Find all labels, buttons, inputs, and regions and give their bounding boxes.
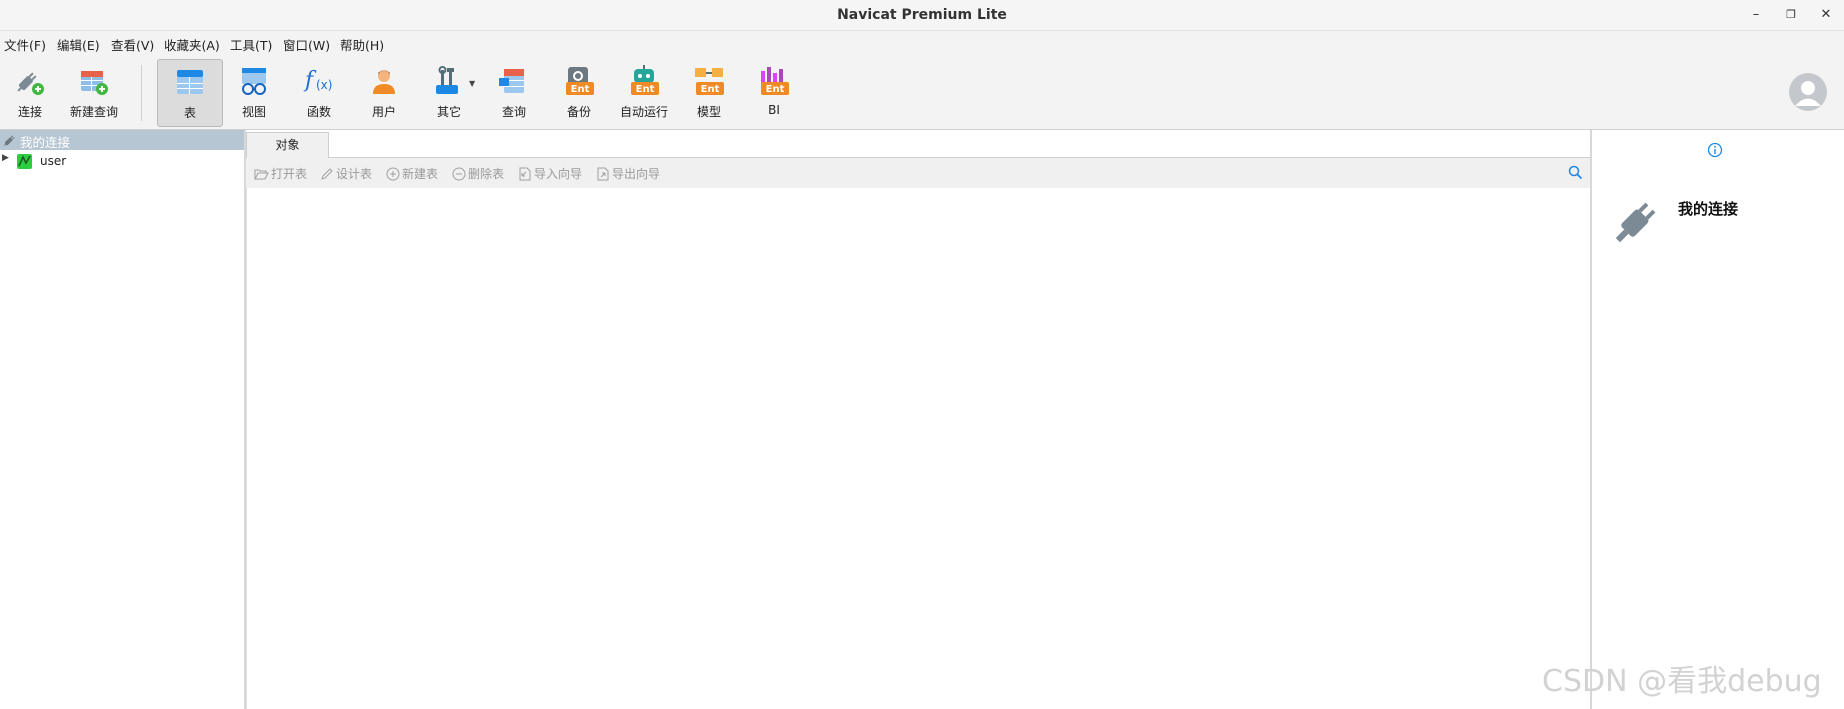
menu-window[interactable]: 窗口(W) xyxy=(283,35,330,54)
info-icon[interactable] xyxy=(1707,142,1723,158)
menu-view[interactable]: 查看(V) xyxy=(111,35,154,54)
tab-objects[interactable]: 对象 xyxy=(246,132,329,158)
tree-item-label: user xyxy=(40,154,67,168)
avatar[interactable] xyxy=(1789,73,1827,111)
plus-circle-icon xyxy=(386,167,400,181)
plug-icon xyxy=(3,135,15,147)
export-wizard-label: 导出向导 xyxy=(612,167,661,181)
connection-button[interactable]: 连接 xyxy=(0,59,62,125)
minimize-icon[interactable]: – xyxy=(1746,6,1766,24)
svg-text:f: f xyxy=(303,68,317,93)
automation-label: 自动运行 xyxy=(619,105,668,119)
function-fx-icon: f (x) xyxy=(303,68,332,93)
ent-badge: Ent xyxy=(766,84,785,95)
user-button[interactable]: 用户 xyxy=(352,59,416,125)
import-icon xyxy=(519,167,531,181)
design-table-label: 设计表 xyxy=(336,167,373,181)
query-button[interactable]: 查询 xyxy=(482,59,546,125)
pencil-icon xyxy=(321,168,333,180)
automation-button[interactable]: Ent 自动运行 xyxy=(612,59,676,125)
export-wizard-button[interactable]: 导出向导 xyxy=(596,165,660,181)
info-panel-title: 我的连接 xyxy=(1678,200,1739,218)
automation-robot-ent-icon: Ent xyxy=(631,65,659,95)
backup-button[interactable]: Ent 备份 xyxy=(547,59,611,125)
mysql-connection-icon xyxy=(17,154,32,169)
search-icon[interactable] xyxy=(1568,165,1583,180)
menu-edit[interactable]: 编辑(E) xyxy=(57,35,100,54)
connection-label: 连接 xyxy=(17,105,42,119)
view-glasses-icon xyxy=(242,68,266,95)
menu-tools[interactable]: 工具(T) xyxy=(230,35,272,54)
window-title: Navicat Premium Lite xyxy=(837,7,1007,23)
delete-table-button[interactable]: 删除表 xyxy=(452,165,504,181)
export-icon xyxy=(597,167,609,181)
tools-icon xyxy=(436,66,458,94)
bi-label: BI xyxy=(768,103,780,117)
function-button[interactable]: f (x) 函数 xyxy=(287,59,351,125)
open-table-button[interactable]: 打开表 xyxy=(254,165,307,181)
new-table-button[interactable]: 新建表 xyxy=(386,165,438,181)
others-button[interactable]: ▼ 其它 xyxy=(417,59,481,125)
menu-favorites[interactable]: 收藏夹(A) xyxy=(164,35,220,54)
connection-plug-icon xyxy=(17,72,44,95)
new-query-button[interactable]: 新建查询 xyxy=(62,59,126,125)
new-table-label: 新建表 xyxy=(402,167,439,181)
restore-icon[interactable]: ❐ xyxy=(1781,6,1801,24)
new-query-label: 新建查询 xyxy=(69,105,118,119)
bi-button[interactable]: Ent BI xyxy=(742,59,806,125)
close-icon[interactable]: ✕ xyxy=(1816,6,1836,24)
bi-chart-ent-icon: Ent xyxy=(761,67,789,95)
title-bar: Navicat Premium Lite – ❐ ✕ xyxy=(0,0,1844,31)
navigator-panel: 我的连接 ▶ user xyxy=(0,130,246,709)
menu-help[interactable]: 帮助(H) xyxy=(340,35,384,54)
function-label: 函数 xyxy=(306,105,331,119)
query-label: 查询 xyxy=(501,105,526,119)
toolbar-separator xyxy=(141,65,142,121)
others-label: 其它 xyxy=(436,105,461,119)
table-icon xyxy=(177,70,203,94)
menu-file[interactable]: 文件(F) xyxy=(4,35,46,54)
user-label: 用户 xyxy=(371,105,396,119)
my-connections-label: 我的连接 xyxy=(20,135,71,150)
model-ent-icon: Ent xyxy=(695,68,724,95)
svg-text:(x): (x) xyxy=(316,78,332,92)
model-label: 模型 xyxy=(696,105,721,119)
backup-ent-icon: Ent xyxy=(566,67,594,95)
model-button[interactable]: Ent 模型 xyxy=(677,59,741,125)
table-label: 表 xyxy=(183,106,196,120)
folder-open-icon xyxy=(254,169,269,180)
import-wizard-label: 导入向导 xyxy=(534,167,583,181)
query-icon xyxy=(499,69,524,93)
objects-list-area[interactable] xyxy=(246,188,1591,709)
watermark: CSDN @看我debug xyxy=(1542,664,1822,699)
user-icon xyxy=(373,70,395,94)
ent-badge: Ent xyxy=(571,84,590,95)
delete-table-label: 删除表 xyxy=(468,167,505,181)
info-panel: 我的连接 xyxy=(1590,130,1844,709)
design-table-button[interactable]: 设计表 xyxy=(320,165,372,181)
ent-badge: Ent xyxy=(701,84,720,95)
view-label: 视图 xyxy=(241,105,266,119)
tree-item-user[interactable]: ▶ user xyxy=(0,151,244,171)
my-connections-header[interactable]: 我的连接 xyxy=(0,130,244,150)
menu-bar: 文件(F) 编辑(E) 查看(V) 收藏夹(A) 工具(T) 窗口(W) 帮助(… xyxy=(0,31,1844,55)
object-toolbar: 打开表 设计表 新建表 删除表 导入向导 导出向导 xyxy=(246,158,1590,188)
main-toolbar: 连接 新建查询 表 视图 f (x) 函数 用户 ▼ 其它 查询 Ent 备份 … xyxy=(0,55,1844,130)
table-button[interactable]: 表 xyxy=(157,59,223,127)
chevron-right-icon[interactable]: ▶ xyxy=(2,153,9,163)
connection-plug-icon xyxy=(1615,202,1656,243)
new-query-icon xyxy=(81,71,108,95)
view-button[interactable]: 视图 xyxy=(222,59,286,125)
chevron-down-icon[interactable]: ▼ xyxy=(469,79,475,88)
import-wizard-button[interactable]: 导入向导 xyxy=(518,165,582,181)
objects-panel: 对象 打开表 设计表 新建表 删除表 导入向导 导出向导 xyxy=(246,130,1591,709)
backup-label: 备份 xyxy=(566,105,591,119)
tab-strip: 对象 xyxy=(246,130,1590,158)
minus-circle-icon xyxy=(452,167,466,181)
ent-badge: Ent xyxy=(636,84,655,95)
open-table-label: 打开表 xyxy=(271,167,308,181)
